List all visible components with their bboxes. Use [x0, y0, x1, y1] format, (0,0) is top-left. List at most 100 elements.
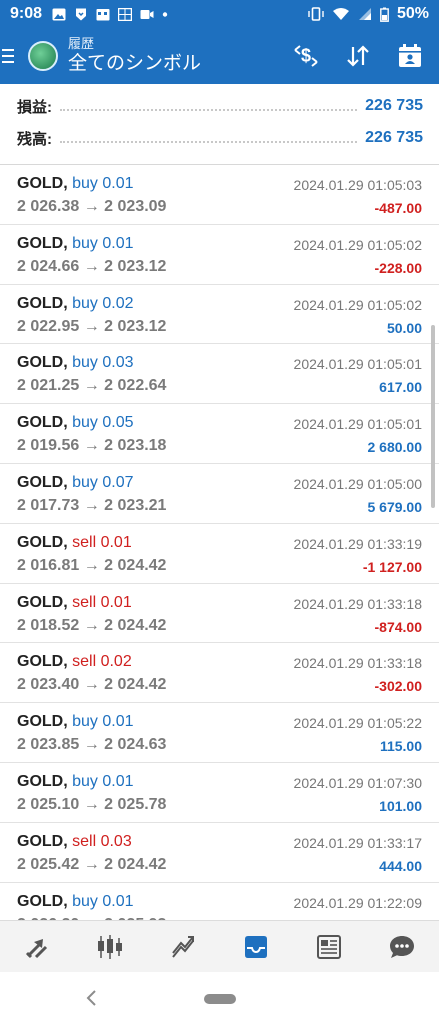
trade-symbol: GOLD, [17, 175, 68, 192]
trade-title: GOLD, sell 0.02 [17, 653, 132, 671]
status-notification-icons [52, 7, 168, 21]
trade-profit: -487.00 [374, 200, 422, 216]
chat-icon [390, 935, 415, 958]
calendar-icon [399, 44, 421, 67]
vibrate-icon [308, 7, 324, 21]
trade-row[interactable]: GOLD, buy 0.01 2 025.10 → 2 025.78 2024.01… [0, 763, 439, 823]
trade-profit: 444.00 [379, 857, 422, 874]
trade-type: buy 0.02 [72, 294, 134, 312]
trade-profit: 101.00 [379, 797, 422, 814]
trade-row[interactable]: GOLD, sell 0.02 2 023.40 → 2 024.42 2024.0… [0, 643, 439, 704]
scrollbar[interactable] [431, 325, 435, 508]
trade-row[interactable]: GOLD, sell 0.01 2 018.52 → 2 024.42 2024.0… [0, 584, 439, 644]
app-root: 9:08 50% 履歴 全てのシンボル $ 損益: 226 735 残高: 22… [0, 0, 439, 1024]
trade-symbol: GOLD, [17, 772, 68, 790]
toolbar-title[interactable]: 全てのシンボル [68, 53, 201, 75]
trade-time: 2024.01.29 01:05:02 [293, 296, 422, 313]
title-block: 履歴 全てのシンボル [68, 37, 201, 74]
trade-prices: 2 025.10 → 2 025.78 [17, 795, 167, 813]
trade-row[interactable]: GOLD, buy 0.01 2 026.38 → 2 023.09 2024.01… [0, 165, 439, 225]
image-icon [52, 8, 66, 20]
trade-prices: 2 016.81 → 2 024.42 [17, 556, 167, 574]
balance-label: 残高: [17, 130, 52, 148]
trade-profit: 617.00 [379, 379, 422, 396]
battery-icon [380, 7, 389, 22]
trade-row[interactable]: GOLD, sell 0.01 2 016.81 → 2 024.42 2024.0… [0, 524, 439, 584]
menu-icon[interactable] [0, 28, 26, 84]
trade-symbol: GOLD, [17, 414, 68, 432]
trade-profit: -228.00 [374, 259, 422, 276]
toolbar-subtitle: 履歴 [68, 36, 95, 52]
trade-history-list[interactable]: GOLD, buy 0.01 2 026.38 → 2 023.09 2024.01… [0, 165, 439, 920]
trade-row[interactable]: GOLD, buy 0.01 2 024.66 → 2 023.12 2024.01… [0, 225, 439, 285]
trade-time: 2024.01.29 01:05:01 [293, 416, 422, 433]
trade-profit: -1 127.00 [362, 558, 422, 575]
trade-symbol: GOLD, [17, 354, 68, 372]
trade-row[interactable]: GOLD, buy 0.03 2 021.25 → 2 022.64 2024.01… [0, 344, 439, 405]
trade-time: 2024.01.29 01:22:09 [293, 894, 422, 911]
trade-profit: 5 679.00 [367, 498, 423, 515]
nav-news[interactable] [309, 927, 349, 967]
trade-title: GOLD, buy 0.02 [17, 295, 134, 313]
toolbar-actions: $ [293, 43, 439, 69]
trade-symbol: GOLD, [17, 593, 68, 611]
video-icon [140, 9, 154, 19]
status-time: 9:08 [10, 5, 43, 22]
trade-row[interactable]: GOLD, buy 0.05 2 019.56 → 2 023.18 2024.01… [0, 404, 439, 464]
trade-row[interactable]: GOLD, sell 0.03 2 025.42 → 2 024.42 2024.0… [0, 823, 439, 883]
status-bar: 9:08 50% [0, 0, 439, 28]
calendar-button[interactable] [397, 43, 423, 69]
trade-prices: 2 024.66 → 2 023.12 [17, 257, 167, 275]
dollar-swap-button[interactable]: $ [293, 43, 319, 69]
trade-row[interactable]: GOLD, buy 0.01 2 023.85 → 2 024.63 2024.01… [0, 703, 439, 763]
trade-title: GOLD, buy 0.01 [17, 713, 134, 731]
trade-title: GOLD, sell 0.01 [17, 534, 132, 552]
back-icon[interactable] [82, 986, 102, 1010]
trade-time: 2024.01.29 01:33:18 [293, 595, 422, 612]
balance-value: 226 735 [365, 129, 423, 146]
trade-time: 2024.01.29 01:05:22 [293, 715, 422, 732]
trade-symbol: GOLD, [17, 653, 68, 671]
trade-type: sell 0.02 [72, 653, 132, 671]
trade-row[interactable]: GOLD, buy 0.02 2 022.95 → 2 023.12 2024.01… [0, 285, 439, 345]
trade-title: GOLD, buy 0.01 [17, 175, 134, 193]
trade-time: 2024.01.29 01:33:17 [293, 834, 422, 851]
trade-profit: -874.00 [374, 618, 422, 635]
nav-chart[interactable] [90, 927, 130, 967]
sort-button[interactable] [345, 43, 371, 69]
trade-time: 2024.01.29 01:07:30 [293, 774, 422, 791]
nav-trade[interactable] [163, 927, 203, 967]
trade-prices: 2 021.25 → 2 022.64 [17, 377, 167, 395]
summary-row-pnl: 損益: 226 735 [0, 90, 439, 122]
account-summary: 損益: 226 735 残高: 226 735 [0, 90, 439, 154]
nav-history[interactable] [236, 927, 276, 967]
trade-symbol: GOLD, [17, 892, 68, 910]
trade-symbol: GOLD, [17, 713, 68, 731]
trade-prices: 2 022.95 → 2 023.12 [17, 317, 167, 335]
nav-quotes[interactable] [17, 927, 57, 967]
trade-row[interactable]: GOLD, buy 0.012 026.20 → 2 025.932024.01… [0, 883, 439, 920]
quotes-icon [25, 938, 47, 958]
trade-profit: -302.00 [374, 678, 422, 695]
svg-text:$: $ [301, 46, 311, 66]
candlestick-icon [97, 934, 122, 959]
home-handle[interactable] [204, 994, 236, 1004]
sort-icon [347, 45, 369, 67]
app-logo [28, 41, 58, 71]
trade-profit: 115.00 [379, 738, 422, 755]
trade-profit: 50.00 [386, 319, 422, 336]
trade-type: sell 0.03 [72, 832, 132, 850]
inbox-icon [245, 935, 268, 958]
trade-prices: 2 017.73 → 2 023.21 [17, 496, 167, 514]
dotted-leader [60, 101, 358, 111]
trade-time: 2024.01.29 01:33:19 [293, 535, 422, 552]
trade-symbol: GOLD, [17, 533, 68, 551]
trade-row[interactable]: GOLD, buy 0.07 2 017.73 → 2 023.21 2024.01… [0, 464, 439, 524]
wifi-icon [332, 8, 349, 20]
nav-messages[interactable] [382, 927, 422, 967]
battery-percentage: 50% [396, 5, 429, 22]
pnl-label: 損益: [17, 98, 52, 116]
trade-prices: 2 023.40 → 2 024.42 [17, 676, 167, 694]
trade-type: sell 0.01 [72, 593, 132, 611]
trade-time: 2024.01.29 01:33:18 [293, 655, 422, 672]
